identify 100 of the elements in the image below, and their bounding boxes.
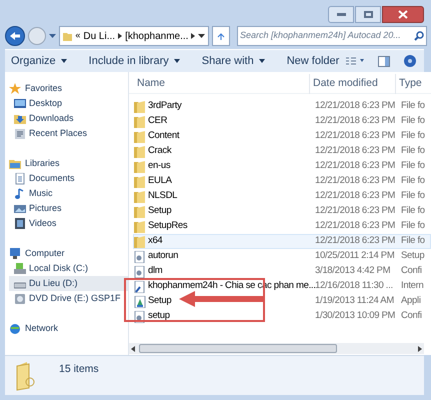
sidebar-item[interactable]: Music [9,186,128,201]
refresh-button[interactable] [212,26,230,46]
table-cell: 12/21/2018 6:23 PM [315,235,396,246]
chevron-icon[interactable] [118,33,122,39]
table-row[interactable]: Crack 12/21/2018 6:23 PM File fo [133,144,431,159]
sidebar-heading[interactable]: Network [25,322,58,336]
table-cell: 12/21/2018 6:23 PM [315,220,396,232]
file-name[interactable]: SetupRes [148,219,188,234]
refresh-icon [216,31,226,41]
minimize-button[interactable] [328,6,354,23]
table-row[interactable]: Setup 12/21/2018 6:23 PM File fo [133,204,431,219]
toolbar-button[interactable]: Organize [11,52,67,70]
folder-icon [134,206,146,218]
sidebar-item[interactable]: Downloads [9,111,128,126]
sidebar-item[interactable]: Local Disk (C:) [9,261,128,276]
table-cell: File fo [401,145,425,156]
file-name[interactable]: Setup [148,294,172,309]
file-name[interactable]: CER [148,114,168,129]
table-cell: 10/25/2011 2:14 PM [315,250,394,262]
file-name[interactable]: en-us [148,159,170,174]
search-icon [414,31,424,41]
table-cell: 12/21/2018 6:23 PM [315,100,396,112]
sidebar-item[interactable]: Desktop [9,96,128,111]
column-header[interactable]: Type [395,74,431,94]
gear-file-icon [134,266,146,278]
scroll-right-icon[interactable] [418,346,422,352]
search-field[interactable]: Search [khophanmem24h] Autocad 20... [237,26,427,46]
folder-icon [134,130,146,142]
file-name[interactable]: NLSDL [148,189,178,204]
caret-icon [174,59,180,63]
chevron-icon[interactable] [191,33,196,39]
back-button[interactable] [5,26,25,46]
sidebar-item[interactable]: Pictures [9,201,128,216]
preview-pane-icon[interactable] [378,56,390,66]
table-cell: 1/19/2013 11:24 AM [315,295,394,306]
table-cell: File fo [401,220,425,232]
sidebar-heading[interactable]: Computer [25,246,65,260]
breadcrumb[interactable]: Du Li... [83,28,116,44]
table-cell: 12/21/2018 6:23 PM [315,160,396,172]
file-name[interactable]: Content [148,129,180,144]
sidebar-item[interactable]: Recent Places [9,126,128,141]
help-icon[interactable] [404,55,416,67]
maximize-button[interactable] [355,6,381,23]
table-row[interactable]: CER 12/21/2018 6:23 PM File fo [133,114,431,129]
table-row[interactable]: x64 12/21/2018 6:23 PM File fo [133,234,431,249]
close-button[interactable] [382,6,424,23]
file-name[interactable]: EULA [148,174,172,189]
close-icon [398,10,408,19]
file-name[interactable]: autorun [148,249,178,264]
file-name[interactable]: dlm [148,264,162,279]
table-row[interactable]: NLSDL 12/21/2018 6:23 PM File fo [133,189,431,204]
table-cell: Setup [401,250,424,262]
sidebar-item[interactable]: Du Lieu (D:) [9,276,128,291]
table-cell: 12/21/2018 6:23 PM [315,175,396,186]
sidebar-item[interactable]: DVD Drive (E:) GSP1F [9,291,128,306]
file-name[interactable]: setup [148,309,170,324]
network-icon [9,322,21,334]
table-cell: 12/21/2018 6:23 PM [315,115,396,126]
scroll-left-icon[interactable] [131,346,135,352]
table-row[interactable]: dlm 3/18/2013 4:42 PM Confi [133,264,431,279]
dropdown-icon[interactable] [198,34,205,38]
toolbar-button[interactable]: Share with [202,52,265,70]
overflow-chevron[interactable]: « [75,29,80,43]
file-name[interactable]: Crack [148,144,172,159]
sidebar-item[interactable]: Videos [9,216,128,231]
table-row[interactable]: Setup 1/19/2013 11:24 AM Appli [133,294,431,309]
drive-icon [14,262,26,274]
file-name[interactable]: 3rdParty [148,99,182,114]
shortcut-file-icon [134,280,146,292]
column-header[interactable]: Date modified [309,74,395,94]
file-name[interactable]: Setup [148,204,172,219]
view-options-icon[interactable] [346,57,364,65]
table-cell: 1/30/2013 10:09 PM [315,310,396,322]
table-row[interactable]: en-us 12/21/2018 6:23 PM File fo [133,159,431,174]
toolbar-button[interactable]: New folder [286,52,340,70]
disc-drive-icon [14,292,26,304]
caret-icon[interactable] [49,34,56,38]
scrollbar-thumb[interactable] [139,344,337,353]
table-row[interactable]: autorun 10/25/2011 2:14 PM Setup [133,249,431,264]
table-row[interactable]: EULA 12/21/2018 6:23 PM File fo [133,174,431,189]
table-cell: File fo [401,205,425,216]
desktop-icon [14,98,26,110]
downloads-folder-icon [14,112,26,124]
address-bar[interactable]: « Du Li... [khophanme... [59,26,209,46]
table-cell: 12/21/2018 6:23 PM [315,205,396,216]
table-row[interactable]: SetupRes 12/21/2018 6:23 PM File fo [133,219,431,234]
sidebar-heading[interactable]: Libraries [25,156,60,170]
table-cell: File fo [401,130,425,142]
table-cell: Confi [401,265,422,276]
toolbar-button[interactable]: Include in library [88,52,180,70]
table-row[interactable]: 3rdParty 12/21/2018 6:23 PM File fo [133,99,431,114]
table-cell: File fo [401,115,425,126]
table-row[interactable]: setup 1/30/2013 10:09 PM Confi [133,309,431,324]
column-header[interactable]: Name [129,74,309,94]
table-cell: 3/18/2013 4:42 PM [315,265,390,276]
file-name[interactable]: x64 [148,234,162,249]
table-row[interactable]: Content 12/21/2018 6:23 PM File fo [133,129,431,144]
sidebar-heading[interactable]: Favorites [25,82,62,96]
sidebar-item[interactable]: Documents [9,171,128,186]
breadcrumb[interactable]: [khophanme... [125,28,188,44]
